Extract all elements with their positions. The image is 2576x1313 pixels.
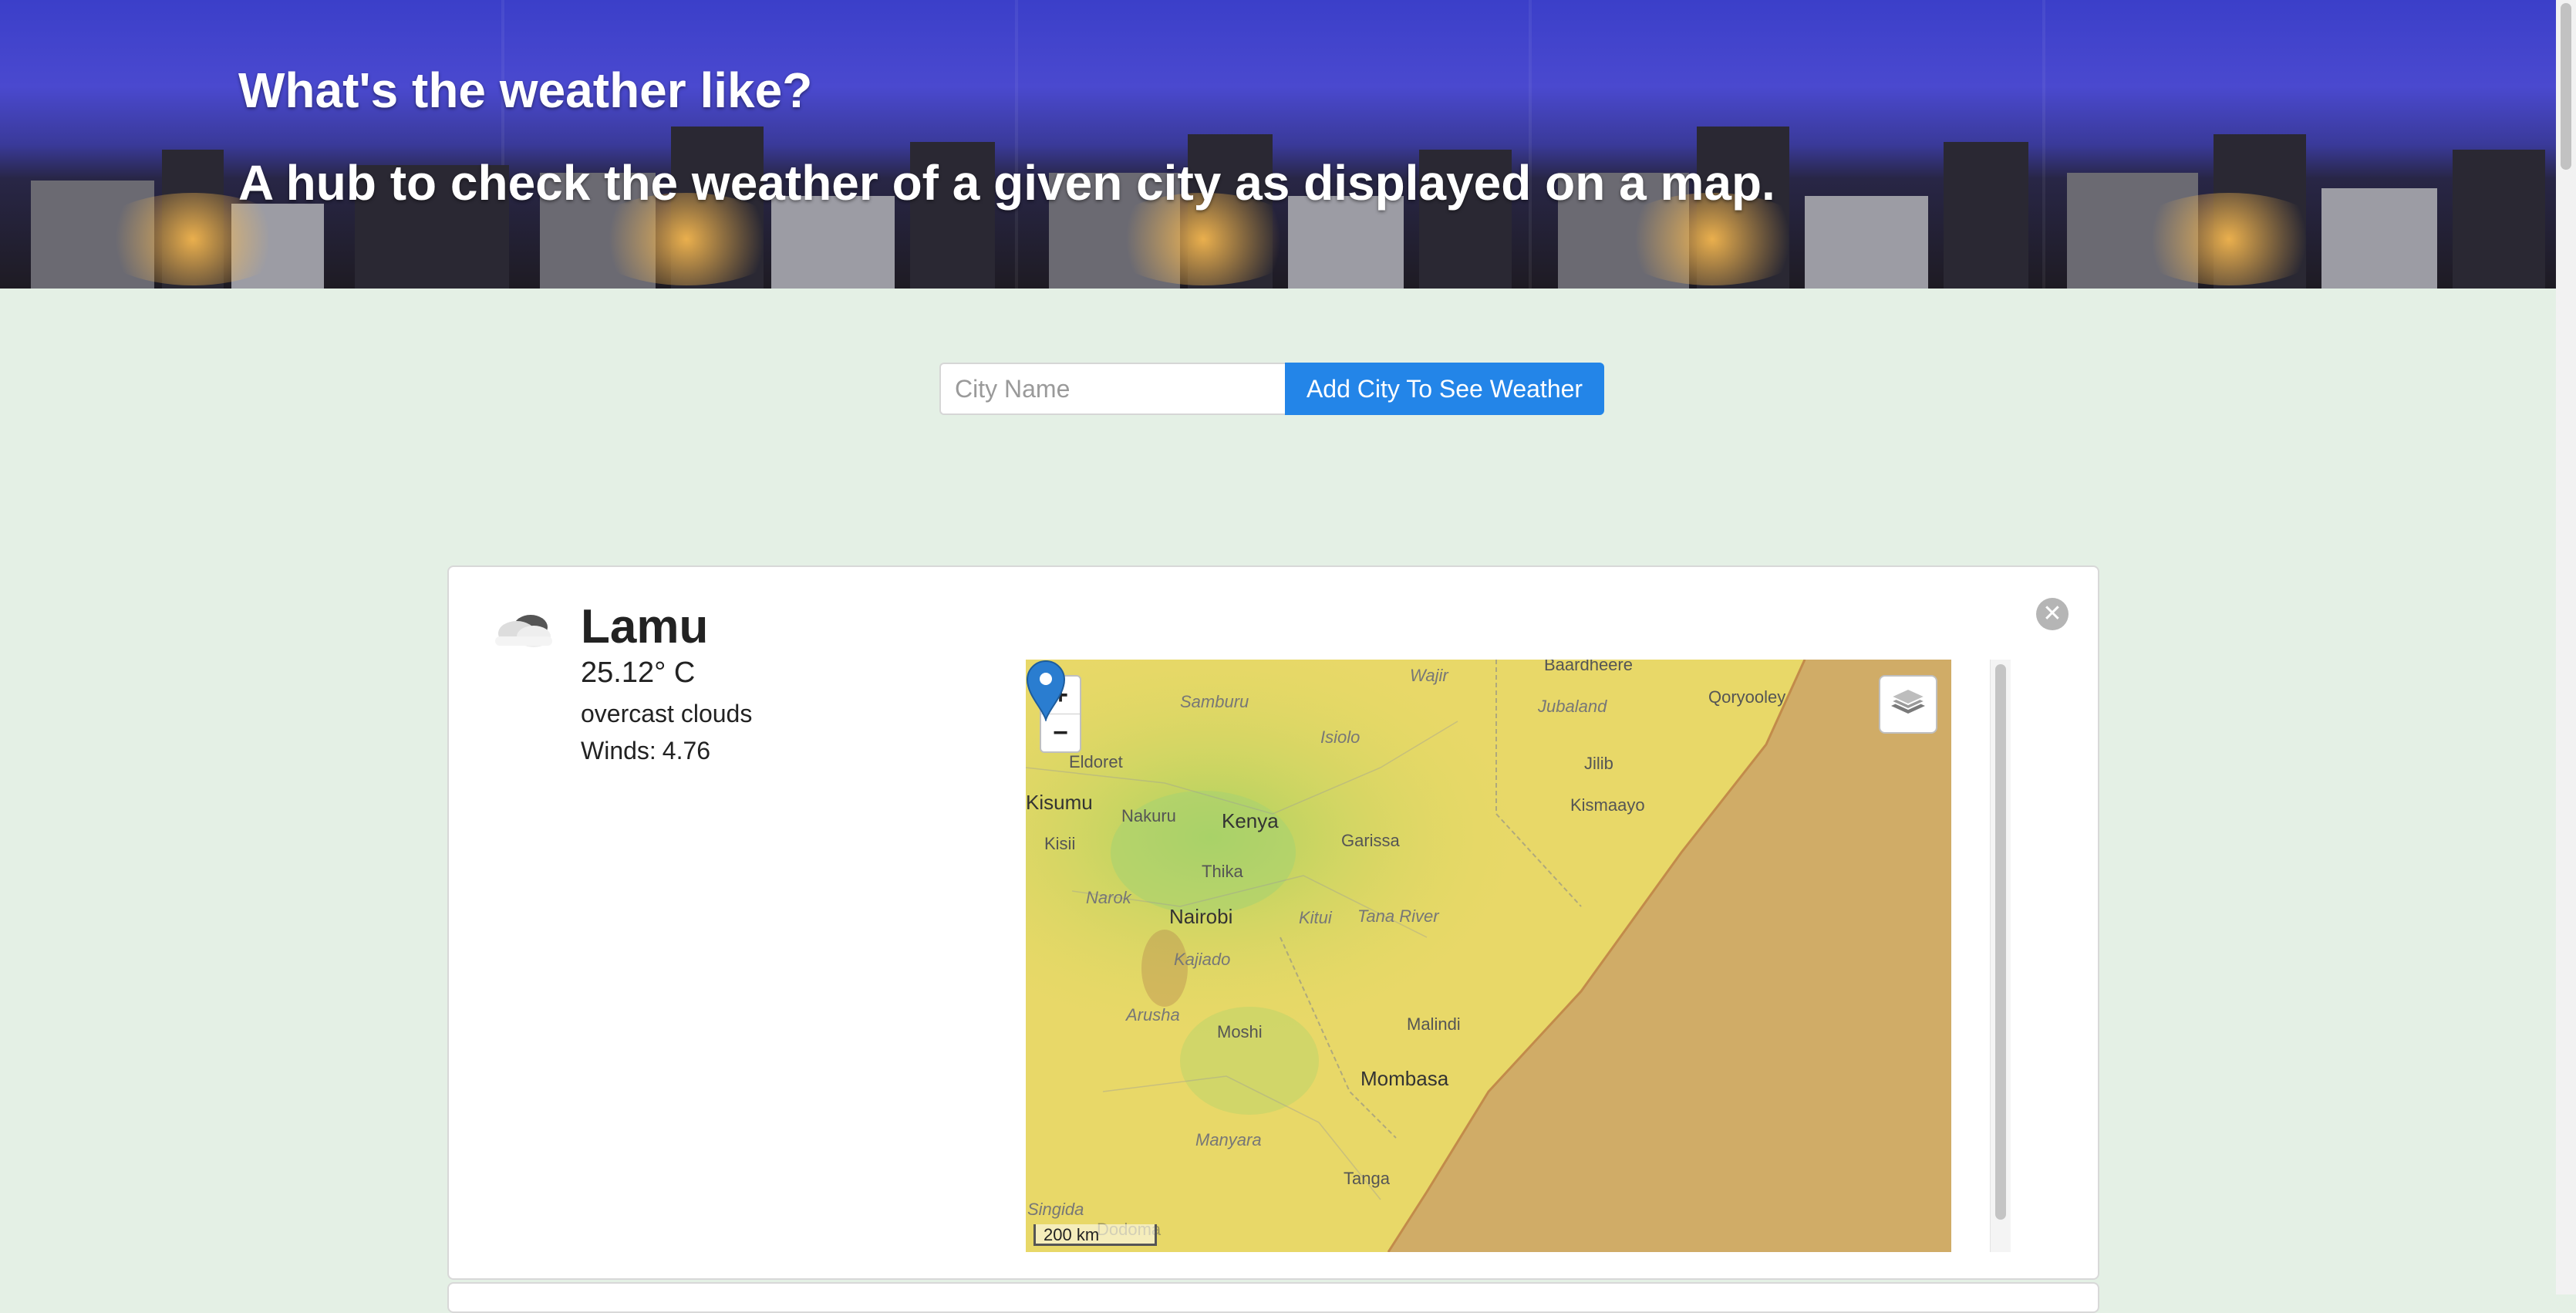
map-label: Isiolo — [1320, 727, 1360, 747]
skyline-building — [2321, 188, 2437, 289]
map-scale: 200 km — [1033, 1224, 1157, 1246]
map-label: Nairobi — [1169, 905, 1233, 928]
city-name: Lamu — [581, 600, 709, 653]
map-label: Moshi — [1217, 1022, 1263, 1041]
weather-description: overcast clouds — [581, 700, 753, 727]
banner-tile-divider — [1015, 0, 1018, 289]
map-label: Jilib — [1584, 754, 1613, 773]
weather-card: Lamu 25.12° C overcast clouds Winds: 4.76… — [447, 565, 2099, 1280]
map-label: Arusha — [1126, 1005, 1180, 1024]
map-label: Singida — [1027, 1200, 1084, 1219]
next-weather-card — [447, 1282, 2099, 1313]
map-label: Nakuru — [1121, 806, 1176, 825]
skyline-building — [1944, 142, 2028, 289]
map-label: Malindi — [1407, 1014, 1461, 1034]
map-label: Qoryooley — [1708, 687, 1786, 707]
map-label: Kismaayo — [1570, 795, 1645, 815]
city-lights — [2129, 193, 2329, 285]
map-label: Manyara — [1195, 1130, 1262, 1149]
map-label: Kisii — [1044, 834, 1076, 853]
hero-banner: What's the weather like? A hub to check … — [0, 0, 2556, 289]
map-label: Tana River — [1357, 906, 1439, 926]
card-scrollbar-thumb[interactable] — [1995, 664, 2006, 1220]
map-label: Kisumu — [1026, 791, 1093, 814]
map-label: Baardheere — [1544, 660, 1633, 674]
skyline-building — [1805, 196, 1928, 289]
page-subtitle: A hub to check the weather of a given ci… — [238, 155, 1775, 211]
add-city-form: Add City To See Weather — [939, 363, 1604, 415]
map-label: Garissa — [1341, 831, 1400, 850]
map-label: Narok — [1086, 888, 1131, 907]
map-label: Jubaland — [1538, 697, 1607, 716]
map-label: Samburu — [1180, 692, 1249, 711]
add-city-button[interactable]: Add City To See Weather — [1285, 363, 1604, 415]
winds-value: 4.76 — [662, 737, 711, 765]
cloud-icon — [495, 615, 552, 647]
map-label: Thika — [1202, 862, 1243, 881]
map-label: Kitui — [1299, 908, 1332, 927]
winds-readout: Winds: 4.76 — [581, 737, 710, 765]
temperature-value: 25.12° C — [581, 656, 696, 689]
layers-icon[interactable] — [1879, 675, 1937, 734]
page-scrollbar-thumb[interactable] — [2561, 3, 2571, 170]
map-base — [1026, 660, 1951, 1252]
weather-map[interactable]: Wajir Samburu Baardheere Jubaland Qoryoo… — [1026, 660, 1951, 1252]
card-scrollbar[interactable] — [1990, 660, 2011, 1252]
map-label: Eldoret — [1069, 752, 1123, 771]
close-icon[interactable]: ✕ — [2036, 598, 2069, 630]
page-title: What's the weather like? — [238, 62, 813, 118]
winds-label: Winds: — [581, 737, 656, 765]
map-label: Kenya — [1222, 809, 1279, 832]
map-label: Kajiado — [1174, 950, 1231, 969]
map-label: Mombasa — [1360, 1067, 1449, 1090]
map-label: Wajir — [1410, 666, 1448, 685]
city-name-input[interactable] — [939, 363, 1285, 415]
page-scrollbar[interactable] — [2556, 0, 2576, 1294]
map-label: Tanga — [1344, 1169, 1390, 1188]
location-marker-icon[interactable] — [1026, 660, 1066, 721]
skyline-building — [2453, 150, 2545, 289]
banner-tile-divider — [1529, 0, 1532, 289]
banner-tile-divider — [2042, 0, 2045, 289]
